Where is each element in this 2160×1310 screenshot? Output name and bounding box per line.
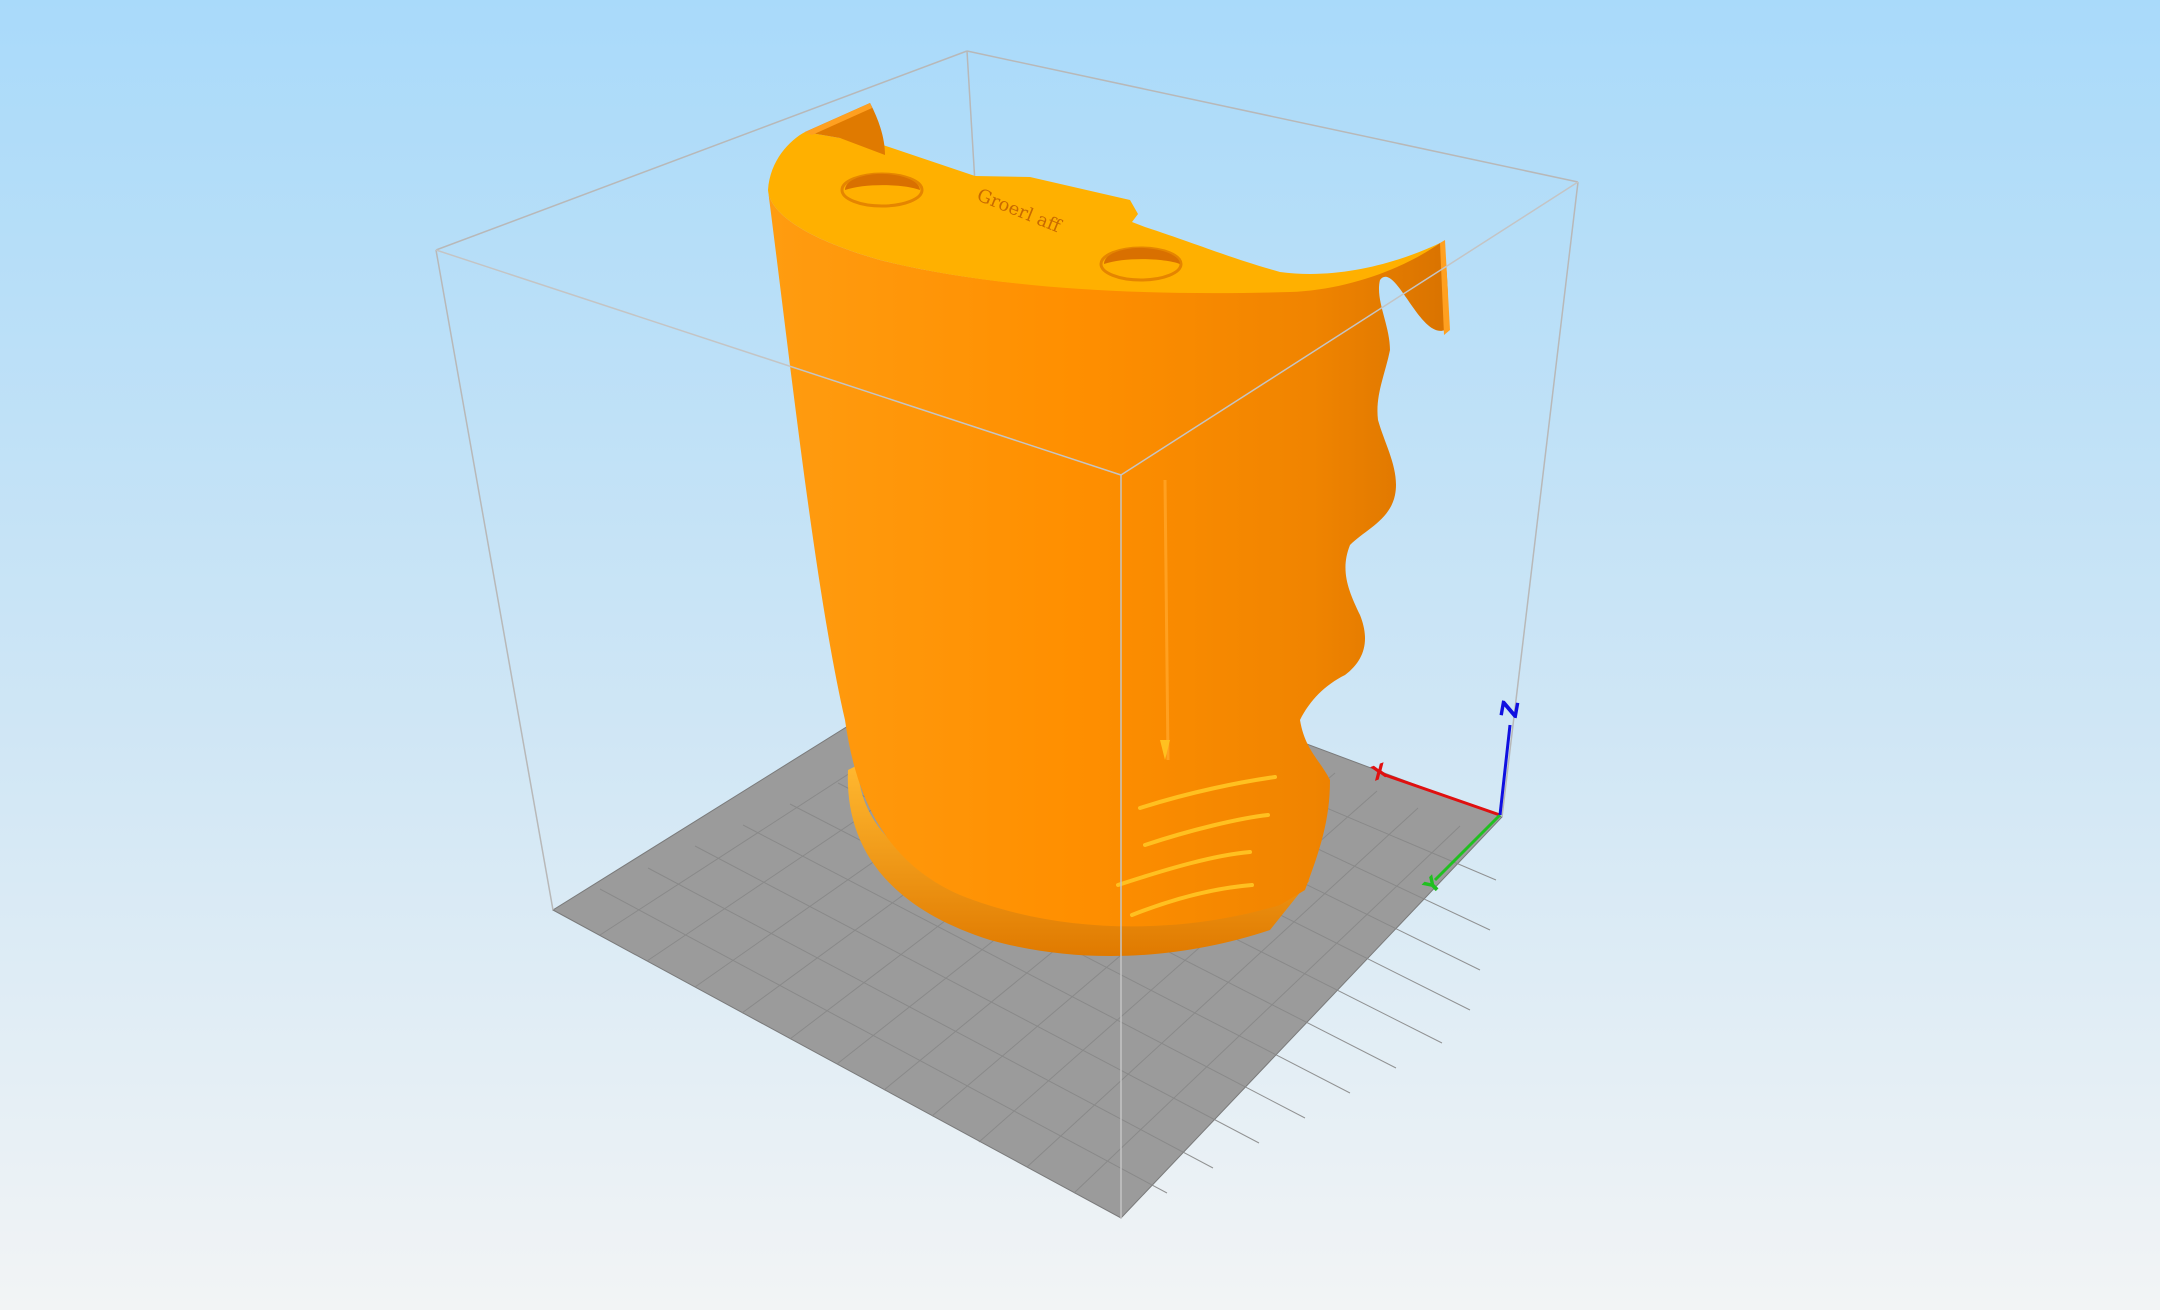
3d-viewport[interactable]: Groerl aff X Y Z — [0, 0, 2160, 1310]
z-axis-label: Z — [1495, 698, 1526, 720]
z-axis-line — [1498, 724, 1512, 816]
scene-canvas[interactable]: Groerl aff X Y Z — [0, 0, 2160, 1310]
